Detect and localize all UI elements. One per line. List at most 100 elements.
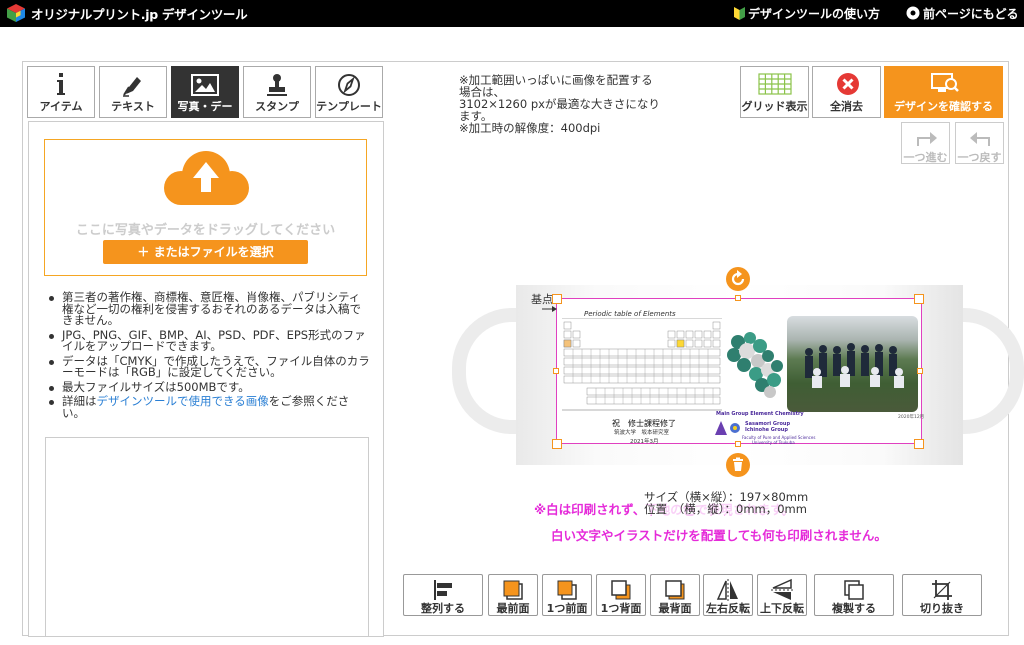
redo-arrow-icon (917, 132, 937, 146)
diploma-lab: 筑波大学 坂本研究室 (614, 430, 670, 436)
info-line-3: 3102×1260 pxが最適な大きさになり (459, 97, 660, 111)
confirm-design-button[interactable]: デザインを確認する (884, 66, 1003, 118)
back-link-label: 前ページにもどる (923, 7, 1019, 21)
crop-button[interactable]: 切り抜き (902, 574, 982, 616)
crop-label: 切り抜き (920, 602, 964, 615)
chem-title: Main Group Element Chemistry (716, 411, 804, 417)
guide-link[interactable]: デザインツールの使い方 (734, 5, 880, 22)
compass-icon (338, 74, 360, 96)
grid-toggle-label: グリッド表示 (741, 100, 808, 113)
send-to-back-label: 最背面 (658, 602, 692, 615)
resize-handle-top-right[interactable] (914, 294, 924, 304)
app-title[interactable]: オリジナルプリント.jp デザインツール (31, 4, 248, 23)
note-max-size: 最大ファイルサイズは500MBです。 (48, 381, 370, 394)
info-icon (57, 73, 65, 95)
tab-text-label: テキスト (111, 101, 155, 112)
tab-item-label: アイテム (39, 101, 83, 112)
send-backward-button[interactable]: 1つ背面 (596, 574, 646, 616)
monitor-search-icon (931, 73, 959, 92)
rotate-button[interactable] (726, 267, 750, 291)
send-backward-label: 1つ背面 (600, 602, 642, 615)
note-details: 詳細はデザインツールで使用できる画像をご参照ください。 (48, 394, 370, 419)
tab-photo-data[interactable]: 写真・デー (171, 66, 239, 118)
bring-forward-button[interactable]: 1つ前面 (542, 574, 592, 616)
send-backward-icon (611, 580, 631, 600)
rotate-icon (731, 270, 745, 286)
flip-horizontal-button[interactable]: 左右反転 (703, 574, 753, 616)
resize-handle-left[interactable] (553, 368, 559, 374)
pen-icon (123, 77, 141, 97)
align-icon (434, 580, 452, 600)
align-button[interactable]: 整列する (403, 574, 483, 616)
crop-icon (932, 580, 952, 600)
align-label: 整列する (421, 602, 465, 615)
tab-item[interactable]: アイテム (27, 66, 95, 118)
undo-button[interactable]: 一つ戻す (955, 122, 1004, 164)
bring-forward-icon (557, 580, 577, 600)
back-link[interactable]: 前ページにもどる (906, 5, 1019, 22)
cloud-upload-icon (164, 151, 249, 205)
bring-front-icon (503, 580, 523, 600)
tab-stamp-label: スタンプ (255, 101, 299, 112)
tab-text[interactable]: テキスト (99, 66, 167, 118)
chem-university: University of Tsukuba (752, 440, 795, 445)
resize-handle-bottom-left[interactable] (552, 439, 562, 449)
chem-group-2: Ichinohe Group (745, 427, 788, 433)
size-position-overlay: サイズ（横×縦）：197×80mm 位置 （横，縦）：0mm，0mm (644, 491, 808, 515)
periodic-table-title: Periodic table of Elements (584, 310, 676, 318)
logo-cube-icon (7, 4, 25, 22)
resize-handle-top[interactable] (735, 295, 741, 301)
tab-photo-data-label: 写真・デー (177, 101, 233, 112)
flip-horizontal-icon (716, 579, 738, 601)
undo-arrow-icon (970, 132, 990, 146)
tab-template-label: テンプレート (316, 101, 382, 112)
trash-icon (733, 457, 743, 471)
resize-handle-top-left[interactable] (552, 294, 562, 304)
molecule-graphic (727, 332, 783, 398)
duplicate-button[interactable]: 複製する (814, 574, 894, 616)
chem-groups: Sasamori Group Ichinohe Group (745, 421, 790, 433)
undo-label: 一つ戻す (957, 151, 1002, 164)
periodic-table-graphic (562, 318, 722, 411)
tab-stamp[interactable]: スタンプ (243, 66, 311, 118)
select-file-button[interactable]: ＋ またはファイルを選択 (103, 240, 308, 264)
note-rights: 第三者の著作権、商標権、意匠権、肖像権、パブリシティ権など一切の権利を侵害するお… (48, 291, 370, 327)
group-photo (787, 316, 918, 412)
bring-to-front-label: 最前面 (496, 602, 530, 615)
chem-logo-icon (715, 421, 740, 435)
usable-images-link[interactable]: デザインツールで使用できる画像 (97, 394, 269, 408)
flip-horizontal-label: 左右反転 (706, 602, 750, 615)
origin-arrow-icon (542, 306, 557, 312)
upload-notes: 第三者の著作権、商標権、意匠権、肖像権、パブリシティ権など一切の権利を侵害するお… (48, 291, 370, 422)
resize-handle-bottom-right[interactable] (914, 439, 924, 449)
send-back-icon (665, 580, 685, 600)
drop-text: ここに写真やデータをドラッグしてください (75, 223, 336, 238)
redo-button[interactable]: 一つ進む (901, 122, 950, 164)
clear-all-label: 全消去 (830, 100, 863, 113)
resize-handle-right[interactable] (917, 368, 923, 374)
duplicate-label: 複製する (832, 602, 876, 615)
grid-toggle-button[interactable]: グリッド表示 (740, 66, 809, 118)
beginner-mark-icon (734, 7, 745, 20)
note-color-mode: データは「CMYK」で作成したうえで、ファイル自体のカラーモードは「RGB」に設… (48, 355, 370, 379)
bring-to-front-button[interactable]: 最前面 (488, 574, 538, 616)
note-formats: JPG、PNG、GIF、BMP、AI、PSD、PDF、EPS形式のファイルをアッ… (48, 329, 370, 353)
info-line-5: ※加工時の解像度：400dpi (459, 121, 601, 135)
resize-handle-bottom[interactable] (735, 441, 741, 447)
top-bar: オリジナルプリント.jp デザインツール デザインツールの使い方 前ページにもど… (0, 0, 1024, 27)
confirm-design-label: デザインを確認する (894, 100, 993, 113)
duplicate-icon (844, 580, 864, 600)
bring-forward-label: 1つ前面 (546, 602, 588, 615)
flip-vertical-button[interactable]: 上下反転 (757, 574, 807, 616)
uploaded-images-list[interactable] (45, 437, 369, 637)
close-circle-icon (837, 73, 859, 95)
print-area-info: ※加工範囲いっぱいに画像を配置する 場合は、 3102×1260 pxが最適な大… (459, 74, 689, 134)
guide-link-label: デザインツールの使い方 (748, 7, 881, 21)
tab-template[interactable]: テンプレート (315, 66, 383, 118)
clear-all-button[interactable]: 全消去 (812, 66, 881, 118)
flip-vertical-icon (771, 578, 793, 600)
diploma-date: 2021年3月 (630, 439, 659, 445)
flip-vertical-label: 上下反転 (760, 602, 804, 615)
delete-button[interactable] (726, 453, 750, 477)
send-to-back-button[interactable]: 最背面 (650, 574, 700, 616)
